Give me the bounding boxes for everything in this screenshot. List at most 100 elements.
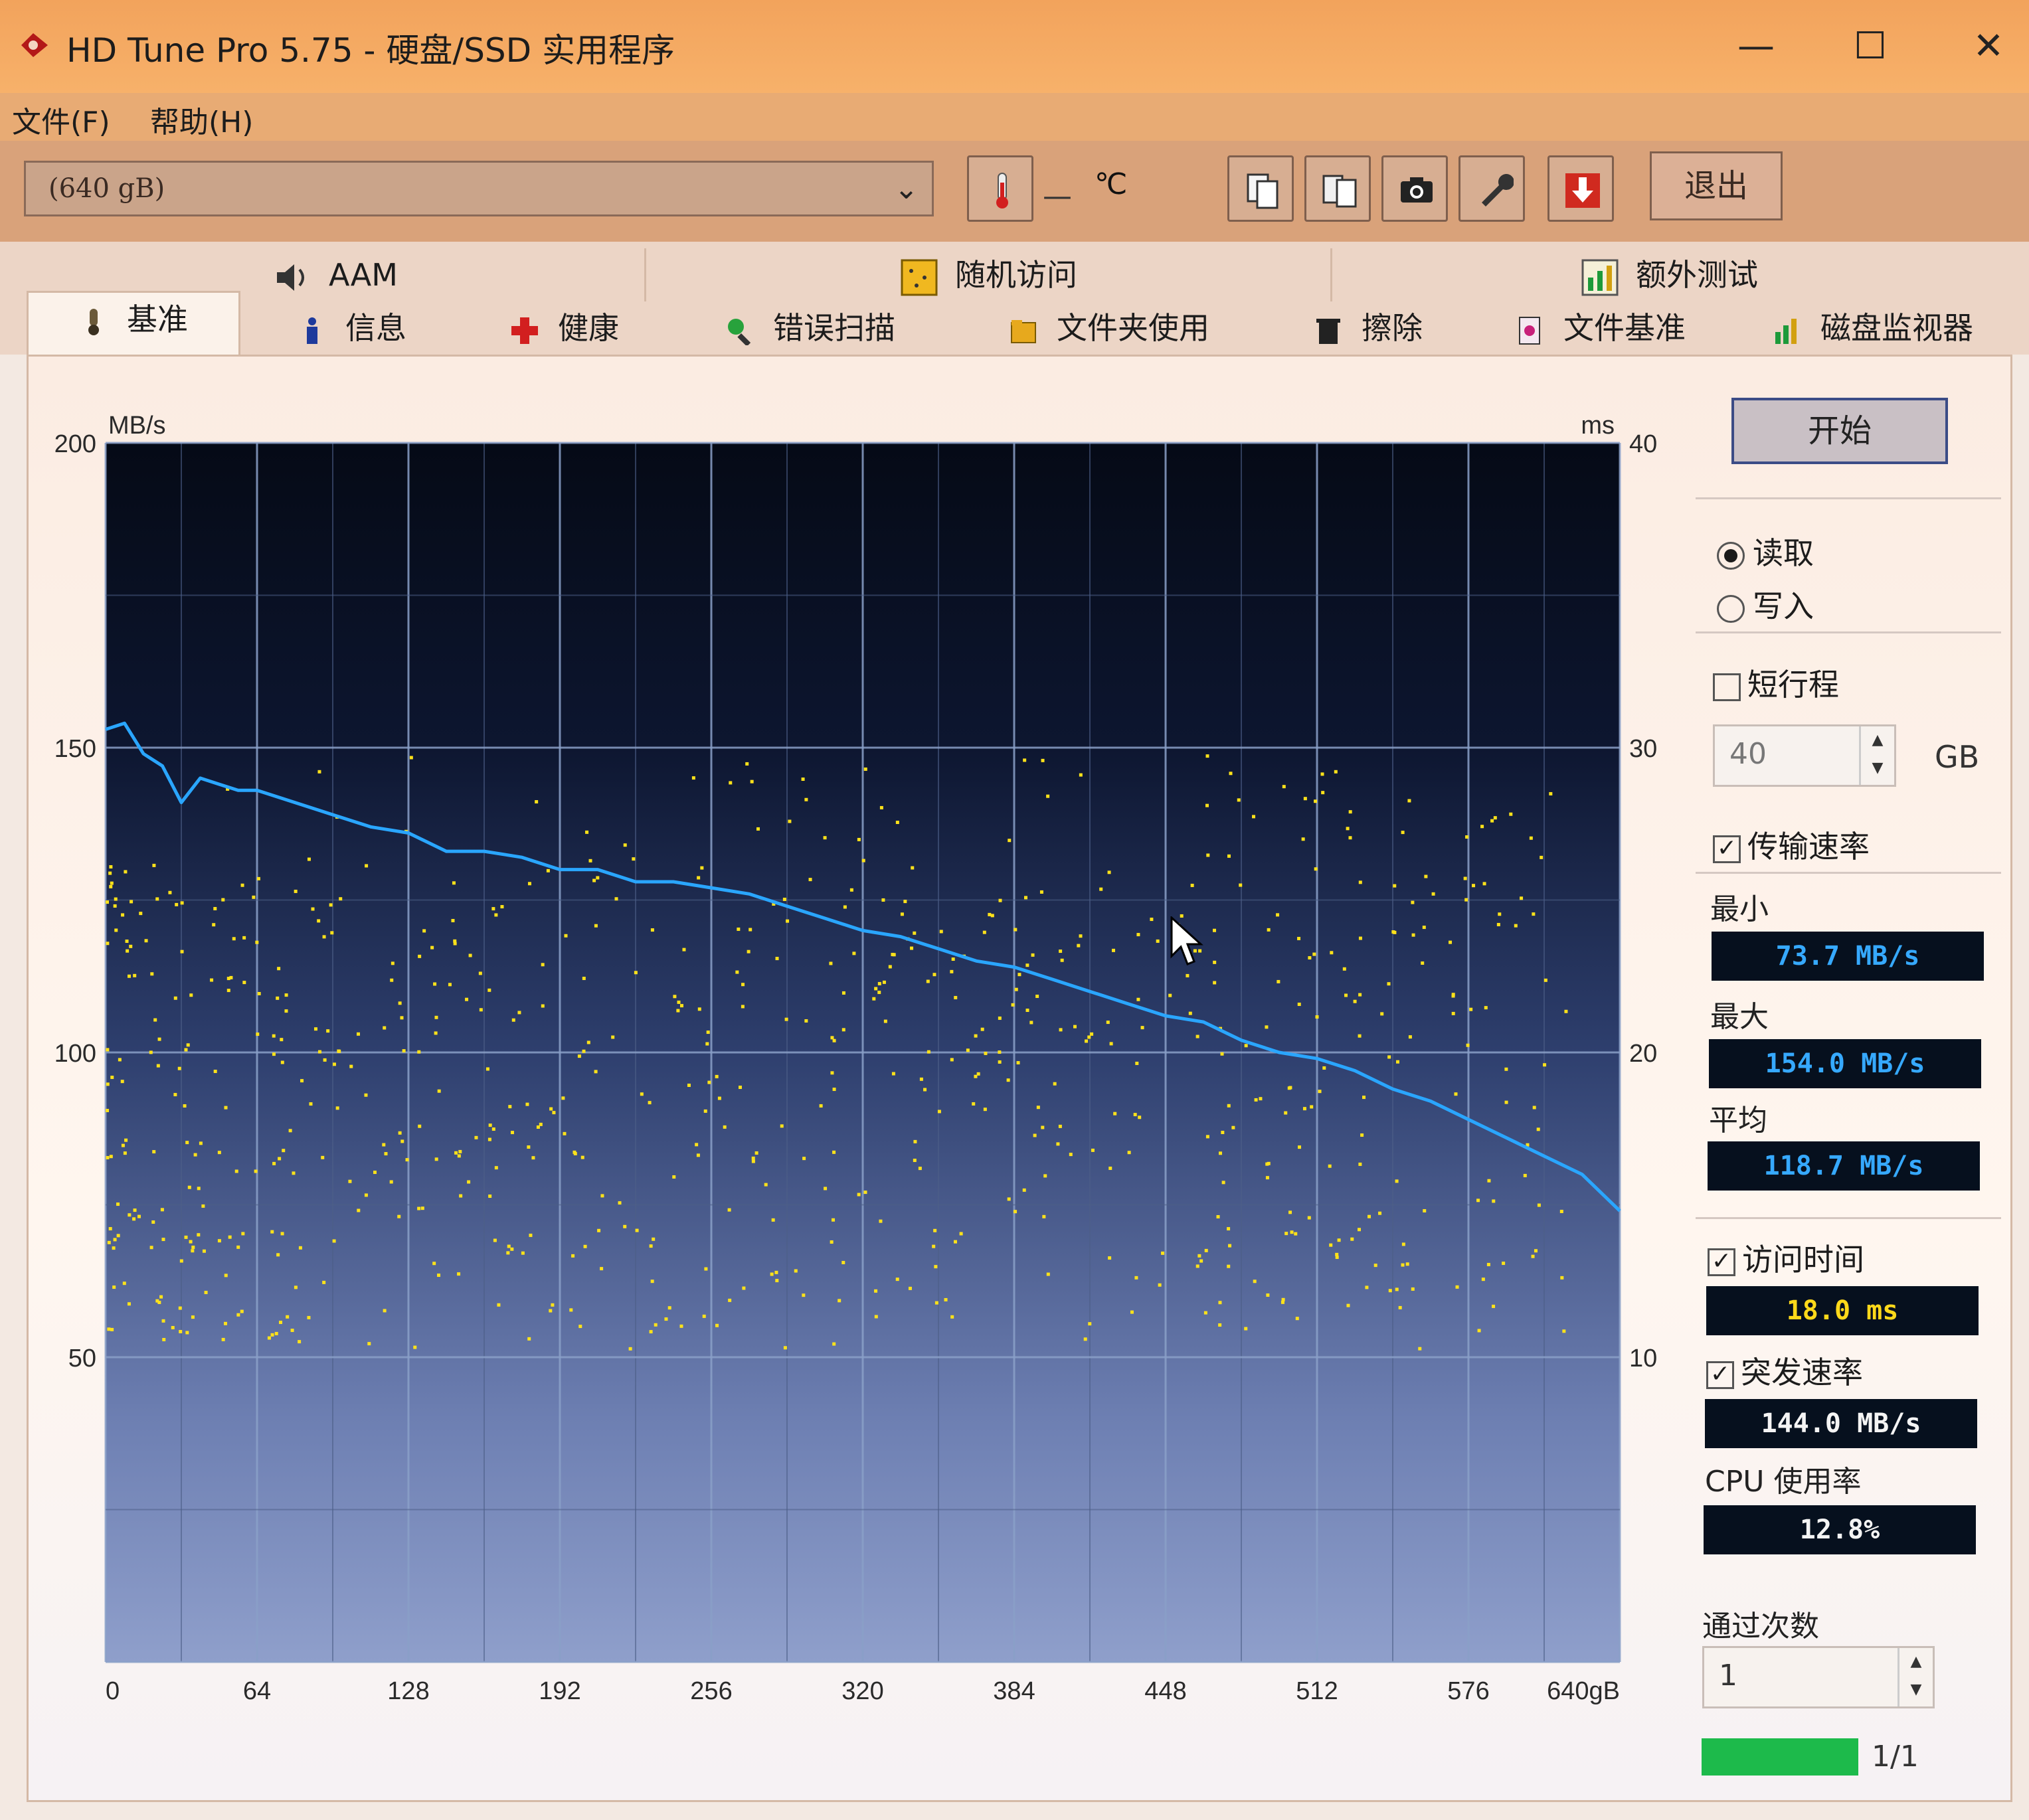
copy-screenshot-button[interactable] xyxy=(1304,155,1371,222)
access-point xyxy=(1411,900,1415,904)
save-button[interactable] xyxy=(1547,155,1614,222)
access-point xyxy=(397,1214,401,1218)
access-time-checkbox[interactable]: ✓ 访问时间 xyxy=(1708,1236,1864,1280)
access-point xyxy=(254,1169,258,1173)
avg-value: 118.7 MB/s xyxy=(1708,1141,1980,1191)
access-point xyxy=(1346,827,1350,831)
short-stroke-unit: GB xyxy=(1935,739,1980,775)
access-point xyxy=(628,1347,632,1351)
access-point xyxy=(1298,1145,1302,1149)
access-point xyxy=(349,1064,353,1068)
tab-benchmark[interactable]: 基准 xyxy=(27,291,240,359)
access-point xyxy=(1024,896,1028,900)
menu-help[interactable]: 帮助(H) xyxy=(150,98,253,141)
access-point xyxy=(144,939,148,943)
access-point xyxy=(1031,953,1035,957)
access-point xyxy=(390,978,394,982)
maximize-button[interactable]: ☐ xyxy=(1844,20,1897,73)
short-stroke-stepper[interactable]: 40 ▲ ▼ xyxy=(1713,724,1896,787)
tab-info[interactable]: 信息 xyxy=(252,301,452,355)
access-point xyxy=(300,1079,304,1083)
tab-random-access[interactable]: 随机访问 xyxy=(646,248,1332,301)
access-point xyxy=(348,1179,352,1183)
access-point xyxy=(1282,785,1286,789)
separator xyxy=(1696,631,2001,633)
access-point xyxy=(650,1280,654,1283)
tab-erase[interactable]: 擦除 xyxy=(1275,301,1461,355)
access-point xyxy=(326,1029,330,1033)
tab-folder-usage[interactable]: 文件夹使用 xyxy=(956,301,1262,355)
access-point xyxy=(1367,1214,1371,1218)
access-point xyxy=(307,1315,311,1319)
write-radio[interactable]: 写入 xyxy=(1717,582,1814,626)
access-point xyxy=(1087,1035,1091,1039)
access-point xyxy=(1212,928,1216,932)
access-point xyxy=(161,1238,165,1242)
access-point xyxy=(1480,825,1484,829)
access-point xyxy=(257,991,261,995)
tab-error-scan[interactable]: 错误扫描 xyxy=(677,301,943,355)
access-point xyxy=(1046,1272,1050,1276)
read-radio[interactable]: 读取 xyxy=(1717,529,1814,573)
access-point xyxy=(1451,993,1455,997)
access-point xyxy=(852,951,856,955)
copy-info-button[interactable] xyxy=(1227,155,1294,222)
access-point xyxy=(592,878,596,882)
access-point xyxy=(578,1325,582,1329)
access-point xyxy=(569,1308,573,1312)
tab-extra-tests[interactable]: 额外测试 xyxy=(1332,248,2006,301)
access-point xyxy=(1481,1278,1485,1282)
access-point xyxy=(128,974,132,978)
passes-stepper[interactable]: 1 ▲ ▼ xyxy=(1702,1646,1935,1708)
access-point xyxy=(552,1111,556,1115)
access-point xyxy=(804,797,808,801)
access-point xyxy=(373,1171,377,1175)
drive-select[interactable]: (640 gB) ⌄ xyxy=(24,161,934,216)
access-point xyxy=(527,1145,531,1149)
close-button[interactable]: ✕ xyxy=(1962,20,2015,73)
access-point xyxy=(1035,994,1039,998)
access-point xyxy=(508,1105,512,1109)
access-point xyxy=(1133,1113,1137,1117)
access-point xyxy=(1297,936,1301,940)
start-button[interactable]: 开始 xyxy=(1731,398,1948,464)
exit-button[interactable]: 退出 xyxy=(1650,151,1783,220)
tab-health[interactable]: 健康 xyxy=(465,301,664,355)
access-point xyxy=(150,972,154,976)
access-point xyxy=(679,1324,683,1328)
tab-disk-monitor[interactable]: 磁盘监视器 xyxy=(1740,301,2006,355)
access-point xyxy=(1455,1285,1459,1289)
access-point xyxy=(1265,1025,1269,1029)
short-stroke-value: 40 xyxy=(1729,737,1767,771)
access-point xyxy=(185,1141,189,1145)
menu-file[interactable]: 文件(F) xyxy=(12,98,110,141)
short-stroke-checkbox[interactable]: 短行程 xyxy=(1713,661,1839,704)
temperature-dash: — xyxy=(1043,179,1072,213)
access-point xyxy=(113,904,117,908)
access-point xyxy=(754,1151,758,1155)
access-point xyxy=(1106,1021,1110,1025)
access-point xyxy=(527,882,531,886)
access-point xyxy=(298,1340,302,1344)
screenshot-button[interactable] xyxy=(1381,155,1448,222)
access-point xyxy=(739,1086,743,1090)
minimize-button[interactable]: — xyxy=(1729,20,1783,73)
stepper-arrows-icon[interactable]: ▲ ▼ xyxy=(1897,1648,1933,1706)
access-point xyxy=(892,953,896,957)
temperature-button[interactable] xyxy=(967,155,1033,222)
burst-rate-checkbox[interactable]: ✓ 突发速率 xyxy=(1706,1349,1863,1392)
access-point xyxy=(1431,892,1435,896)
tab-file-benchmark[interactable]: 文件基准 xyxy=(1474,301,1727,355)
access-point xyxy=(583,1244,587,1248)
access-point xyxy=(919,1077,923,1081)
access-point xyxy=(1393,884,1397,888)
access-point xyxy=(226,989,230,993)
stepper-arrows-icon[interactable]: ▲ ▼ xyxy=(1859,726,1894,785)
transfer-rate-box: ✓ xyxy=(1713,835,1741,863)
access-point xyxy=(356,1032,360,1036)
transfer-rate-checkbox[interactable]: ✓ 传输速率 xyxy=(1713,823,1870,867)
access-point xyxy=(124,870,128,874)
access-point xyxy=(881,898,885,902)
access-point xyxy=(1219,1151,1223,1155)
options-button[interactable] xyxy=(1458,155,1525,222)
